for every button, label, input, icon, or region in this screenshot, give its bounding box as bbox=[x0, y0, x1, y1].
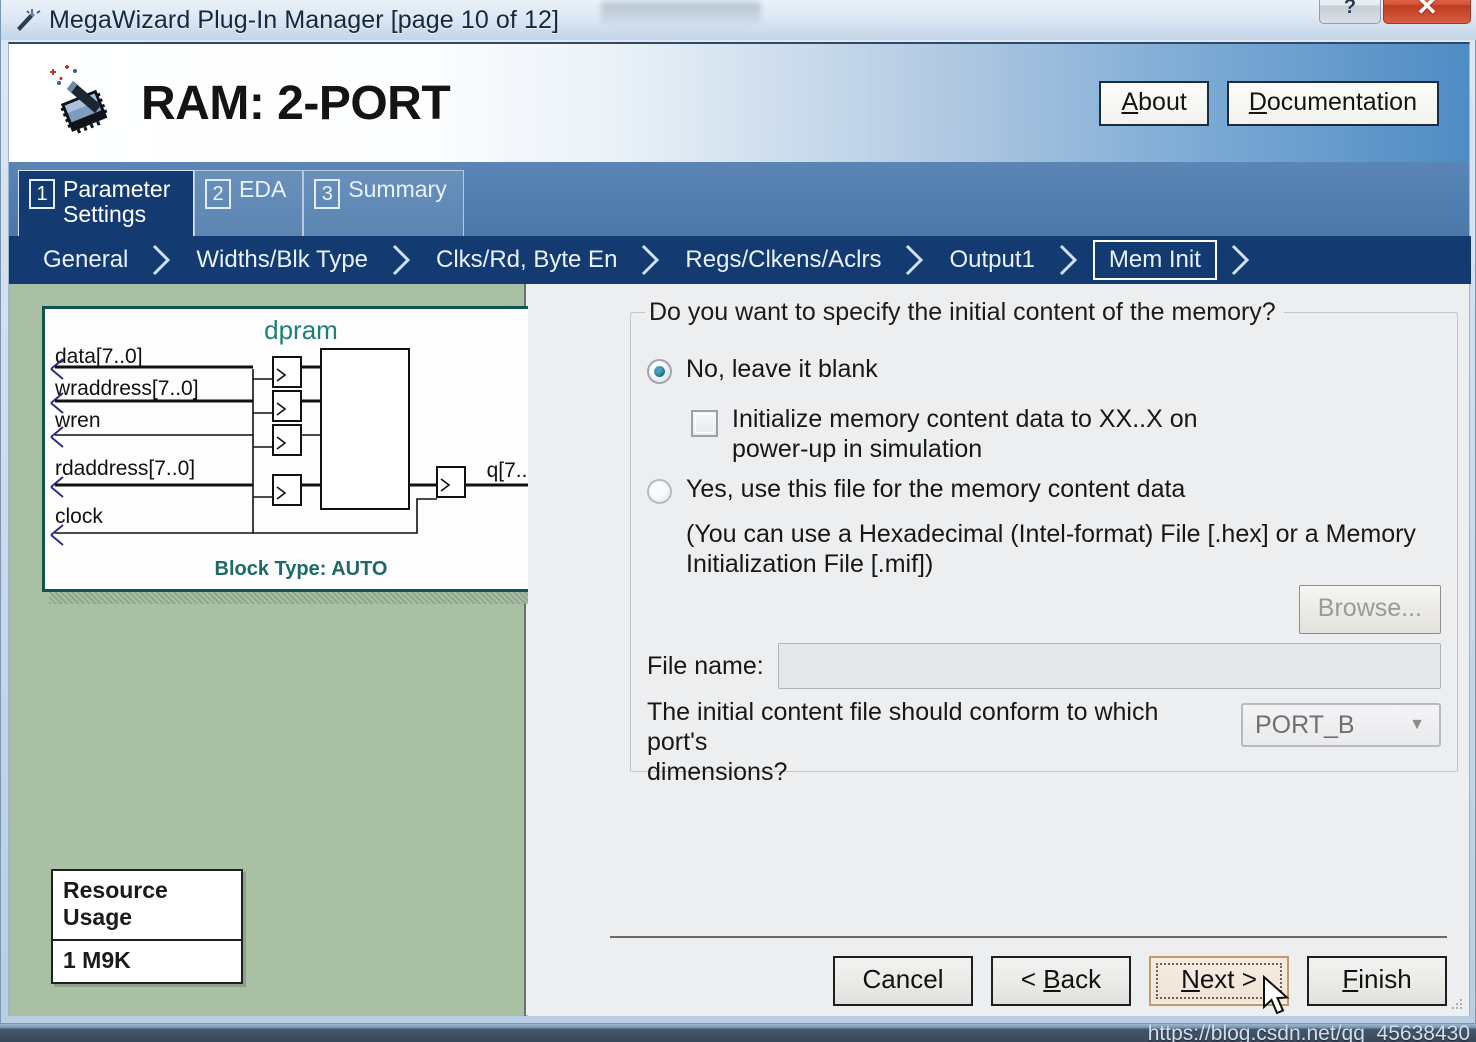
breadcrumb-label: Widths/Blk Type bbox=[196, 246, 369, 273]
tab-summary[interactable]: 3 Summary bbox=[303, 170, 464, 236]
sim-init-checkbox-row[interactable]: Initialize memory content data to XX..X … bbox=[691, 405, 1198, 464]
breadcrumb-label: Mem Init bbox=[1092, 240, 1217, 280]
file-format-hint: (You can use a Hexadecimal (Intel-format… bbox=[686, 519, 1416, 579]
browse-button-wrap: Browse... bbox=[1298, 585, 1441, 634]
breadcrumb-item-widths-blk-type[interactable]: Widths/Blk Type bbox=[184, 243, 380, 277]
chevron-right-icon bbox=[140, 237, 184, 283]
block-symbol-diagram: dpram data[7..0] wraddress[7..0] wren rd… bbox=[42, 306, 560, 592]
chevron-right-icon bbox=[380, 237, 424, 283]
window-controls: ? ✕ bbox=[1319, 0, 1471, 24]
browse-button[interactable]: Browse... bbox=[1298, 585, 1441, 634]
checkbox-initialize-xx-label: Initialize memory content data to XX..X … bbox=[732, 405, 1198, 464]
groupbox-legend: Do you want to specify the initial conte… bbox=[645, 298, 1284, 327]
radio-yes-use-file[interactable] bbox=[647, 479, 672, 504]
mouse-cursor bbox=[1262, 974, 1296, 1026]
footer-separator bbox=[610, 936, 1447, 938]
tab-eda[interactable]: 2 EDA bbox=[194, 170, 304, 236]
resource-usage-box: Resource Usage 1 M9K bbox=[51, 869, 243, 984]
megawizard-window: MegaWizard Plug-In Manager [page 10 of 1… bbox=[0, 0, 1476, 1024]
documentation-button-rest: ocumentation bbox=[1266, 87, 1417, 116]
tab-strip-zone: 1 Parameter Settings 2 EDA 3 Summary Gen… bbox=[8, 162, 1471, 284]
cancel-button[interactable]: Cancel bbox=[833, 956, 973, 1006]
port-dimension-row: The initial content file should conform … bbox=[647, 697, 1441, 787]
breadcrumb-label: Output1 bbox=[949, 246, 1035, 273]
port-dimension-question: The initial content file should conform … bbox=[647, 697, 1225, 787]
watermark-strip: https://blog.csdn.net/qq_45638430 bbox=[0, 1022, 1476, 1042]
radio-no-leave-blank-label: No, leave it blank bbox=[686, 355, 878, 383]
file-name-input[interactable] bbox=[777, 643, 1441, 689]
banner-actions: About Documentation bbox=[1099, 80, 1439, 126]
wizard-footer-buttons: Cancel < Back Next > Finish bbox=[833, 956, 1447, 1006]
window-title: MegaWizard Plug-In Manager [page 10 of 1… bbox=[49, 5, 560, 34]
chevron-right-icon bbox=[893, 237, 937, 283]
chevron-down-icon: ▼ bbox=[1409, 716, 1425, 733]
tab-number: 2 bbox=[205, 179, 231, 209]
tab-label: EDA bbox=[239, 176, 287, 202]
page-title: RAM: 2-PORT bbox=[141, 76, 451, 130]
file-format-hint-line2: Initialization File [.mif]) bbox=[686, 550, 934, 578]
port-question-line2: dimensions? bbox=[647, 758, 788, 786]
radio-no-leave-blank[interactable] bbox=[647, 359, 672, 384]
magic-wand-icon bbox=[11, 7, 41, 33]
documentation-button[interactable]: Documentation bbox=[1226, 80, 1439, 126]
finish-button[interactable]: Finish bbox=[1307, 956, 1447, 1006]
breadcrumb-item-mem-init[interactable]: Mem Init bbox=[1091, 240, 1219, 280]
tab-parameter-settings[interactable]: 1 Parameter Settings bbox=[18, 170, 194, 236]
breadcrumb-item-output1[interactable]: Output1 bbox=[937, 243, 1046, 277]
diagram-footer: Block Type: AUTO bbox=[214, 558, 388, 580]
diagram-wiring bbox=[50, 348, 552, 546]
breadcrumb-label: General bbox=[43, 246, 129, 273]
port-select[interactable]: PORT_B ▼ bbox=[1241, 703, 1441, 747]
symbol-preview-pane: dpram data[7..0] wraddress[7..0] wren rd… bbox=[9, 284, 579, 1016]
breadcrumb: General Widths/Blk Type Clks/Rd, Byte En bbox=[9, 236, 1471, 284]
option-yes-use-file-row[interactable]: Yes, use this file for the memory conten… bbox=[647, 475, 1185, 505]
product-banner: RAM: 2-PORT About Documentation bbox=[8, 42, 1470, 162]
settings-pane: Do you want to specify the initial conte… bbox=[528, 284, 1469, 1016]
help-button[interactable]: ? bbox=[1319, 0, 1381, 24]
tab-strip: 1 Parameter Settings 2 EDA 3 Summary bbox=[18, 170, 464, 236]
breadcrumb-item-general[interactable]: General bbox=[31, 243, 140, 277]
checkbox-initialize-xx[interactable] bbox=[691, 410, 718, 437]
port-question-line1: The initial content file should conform … bbox=[647, 698, 1159, 756]
screen-root: MegaWizard Plug-In Manager [page 10 of 1… bbox=[0, 0, 1476, 1042]
tab-number: 3 bbox=[314, 179, 341, 209]
close-button[interactable]: ✕ bbox=[1383, 0, 1471, 24]
memory-init-groupbox: Do you want to specify the initial conte… bbox=[630, 298, 1458, 786]
chevron-right-icon bbox=[629, 237, 673, 283]
option-no-leave-blank-row[interactable]: No, leave it blank bbox=[647, 355, 878, 385]
breadcrumb-item-clks-rd-byte-en[interactable]: Clks/Rd, Byte En bbox=[424, 243, 629, 277]
title-ghost-artifact bbox=[601, 2, 761, 24]
resize-grip[interactable] bbox=[1448, 997, 1464, 1013]
watermark-text: https://blog.csdn.net/qq_45638430 bbox=[1147, 1022, 1470, 1042]
file-name-label: File name: bbox=[647, 651, 764, 680]
chevron-right-icon bbox=[1219, 237, 1263, 283]
checkbox-label-line1: Initialize memory content data to XX..X … bbox=[732, 405, 1198, 433]
chevron-right-icon bbox=[1047, 237, 1091, 283]
tab-label: Summary bbox=[348, 176, 447, 202]
tab-label: Parameter Settings bbox=[63, 176, 171, 227]
megawizard-chip-icon bbox=[37, 59, 125, 147]
port-select-value: PORT_B bbox=[1255, 710, 1355, 739]
breadcrumb-label: Regs/Clkens/Aclrs bbox=[685, 246, 882, 273]
resource-usage-value: 1 M9K bbox=[63, 947, 131, 973]
breadcrumb-item-regs-clkens-aclrs[interactable]: Regs/Clkens/Aclrs bbox=[673, 243, 893, 277]
about-button-rest: bout bbox=[1138, 87, 1187, 116]
file-format-hint-line1: (You can use a Hexadecimal (Intel-format… bbox=[686, 520, 1416, 548]
breadcrumb-label: Clks/Rd, Byte En bbox=[436, 246, 618, 273]
about-button[interactable]: About bbox=[1099, 80, 1209, 126]
dialog-body: dpram data[7..0] wraddress[7..0] wren rd… bbox=[8, 284, 1470, 1016]
back-button[interactable]: < Back bbox=[991, 956, 1131, 1006]
radio-yes-use-file-label: Yes, use this file for the memory conten… bbox=[686, 475, 1186, 503]
help-glyph: ? bbox=[1343, 0, 1357, 18]
checkbox-label-line2: power-up in simulation bbox=[732, 434, 983, 463]
window-titlebar: MegaWizard Plug-In Manager [page 10 of 1… bbox=[1, 0, 1476, 40]
resource-usage-header: Resource Usage bbox=[53, 871, 241, 941]
close-icon: ✕ bbox=[1416, 0, 1438, 21]
file-name-row: File name: bbox=[647, 643, 1441, 689]
tab-number: 1 bbox=[29, 179, 55, 209]
